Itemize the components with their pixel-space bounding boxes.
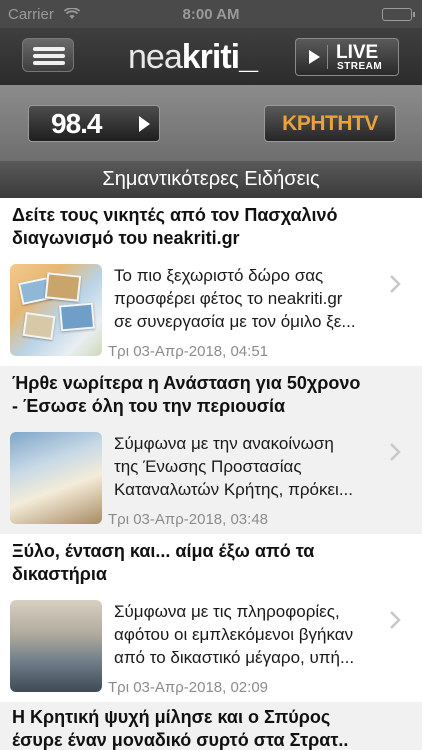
news-summary: Σύμφωνα με τις πληροφορίες, αφότου οι εμ… <box>114 602 355 667</box>
news-thumbnail <box>10 600 102 692</box>
radio-frequency: 98.4 <box>51 108 102 139</box>
news-thumbnail <box>10 264 102 356</box>
news-item[interactable]: Ξύλο, ένταση και... αίμα έξω από τα δικα… <box>0 534 422 702</box>
news-date: Τρι 03-Απρ-2018, 03:48 <box>108 511 268 528</box>
clock: 8:00 AM <box>182 6 240 23</box>
kriti-tv-logo: ΚΡΗΤΗTV <box>282 112 378 135</box>
hamburger-icon <box>33 47 65 51</box>
chevron-right-icon <box>390 443 401 461</box>
stream-label: STREAM <box>337 61 383 72</box>
news-summary: Το πιο ξεχωριστό δώρο σας προσφέρει φέτο… <box>114 266 356 331</box>
news-thumbnail <box>10 432 102 524</box>
news-summary: Σύμφωνα με την ανακοίνωση της Ένωσης Προ… <box>114 434 353 499</box>
news-date: Τρι 03-Απρ-2018, 04:51 <box>108 343 268 360</box>
news-title: Ξύλο, ένταση και... αίμα έξω από τα δικα… <box>12 541 315 584</box>
play-icon <box>139 116 150 132</box>
menu-button[interactable] <box>22 38 74 72</box>
news-title: Δείτε τους νικητές από τον Πασχαλινό δια… <box>12 205 338 248</box>
news-title: Ήρθε νωρίτερα η Ανάσταση για 50χρονο - Έ… <box>12 373 361 416</box>
news-item[interactable]: Δείτε τους νικητές από τον Πασχαλινό δια… <box>0 198 422 366</box>
radio-play-button[interactable]: 98.4 <box>28 105 160 142</box>
section-title: Σημαντικότερες Ειδήσεις <box>0 161 422 198</box>
news-date: Τρι 03-Απρ-2018, 02:09 <box>108 679 268 696</box>
status-bar: Carrier 8:00 AM <box>0 0 422 28</box>
app-header: neakriti_ LIVE STREAM <box>0 28 422 85</box>
news-item[interactable]: Ήρθε νωρίτερα η Ανάσταση για 50χρονο - Έ… <box>0 366 422 534</box>
play-icon <box>302 45 328 69</box>
neakriti-logo: neakriti_ <box>128 38 258 76</box>
news-item[interactable]: Η Κρητική ψυχή μίλησε και ο Σπύρος έσυρε… <box>0 702 422 750</box>
chevron-right-icon <box>390 275 401 293</box>
battery-icon <box>382 8 415 21</box>
news-title: Η Κρητική ψυχή μίλησε και ο Σπύρος έσυρε… <box>12 707 349 750</box>
live-stream-button[interactable]: LIVE STREAM <box>295 38 399 76</box>
chevron-right-icon <box>390 611 401 629</box>
kriti-tv-button[interactable]: ΚΡΗΤΗTV <box>264 105 396 142</box>
radio-tv-bar: 98.4 ΚΡΗΤΗTV <box>0 85 422 161</box>
